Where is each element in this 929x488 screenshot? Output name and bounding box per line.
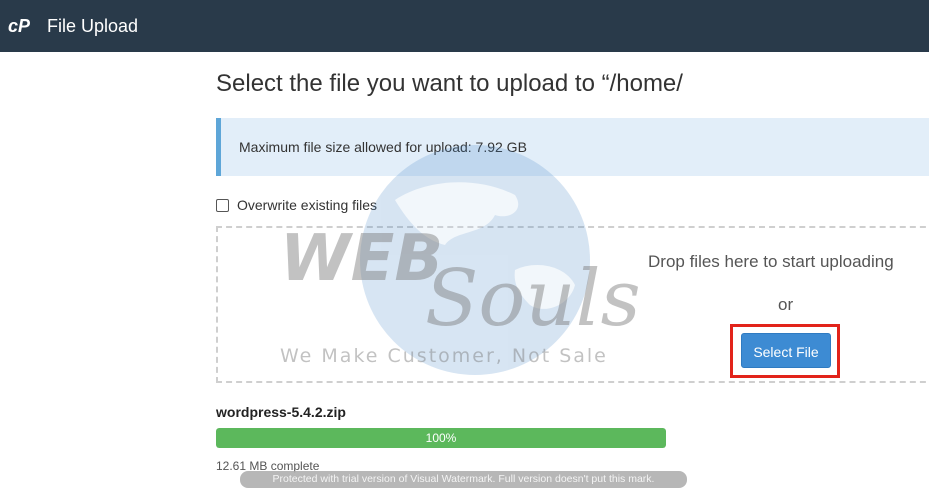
max-size-info-text: Maximum file size allowed for upload: 7.… — [239, 139, 527, 155]
select-file-button[interactable]: Select File — [741, 333, 831, 368]
drop-instructions: Drop files here to start uploading — [648, 252, 894, 271]
overwrite-label[interactable]: Overwrite existing files — [237, 197, 377, 213]
cpanel-logo-icon[interactable]: cP — [7, 15, 39, 37]
uploaded-file-name: wordpress-5.4.2.zip — [216, 404, 346, 420]
or-separator: or — [778, 295, 794, 314]
file-upload-page: cP File Upload Select the file you want … — [0, 0, 929, 488]
max-size-info-box: Maximum file size allowed for upload: 7.… — [216, 118, 929, 176]
top-bar: cP File Upload — [0, 0, 929, 52]
overwrite-option[interactable]: Overwrite existing files — [216, 197, 377, 213]
page-title: File Upload — [47, 15, 139, 36]
watermark-trial-notice: Protected with trial version of Visual W… — [240, 471, 687, 488]
upload-progress-bar: 100% — [216, 428, 666, 448]
upload-progress-fill: 100% — [216, 428, 666, 448]
upload-heading: Select the file you want to upload to “/… — [216, 70, 683, 97]
svg-text:cP: cP — [8, 16, 31, 36]
overwrite-checkbox[interactable] — [216, 198, 229, 212]
